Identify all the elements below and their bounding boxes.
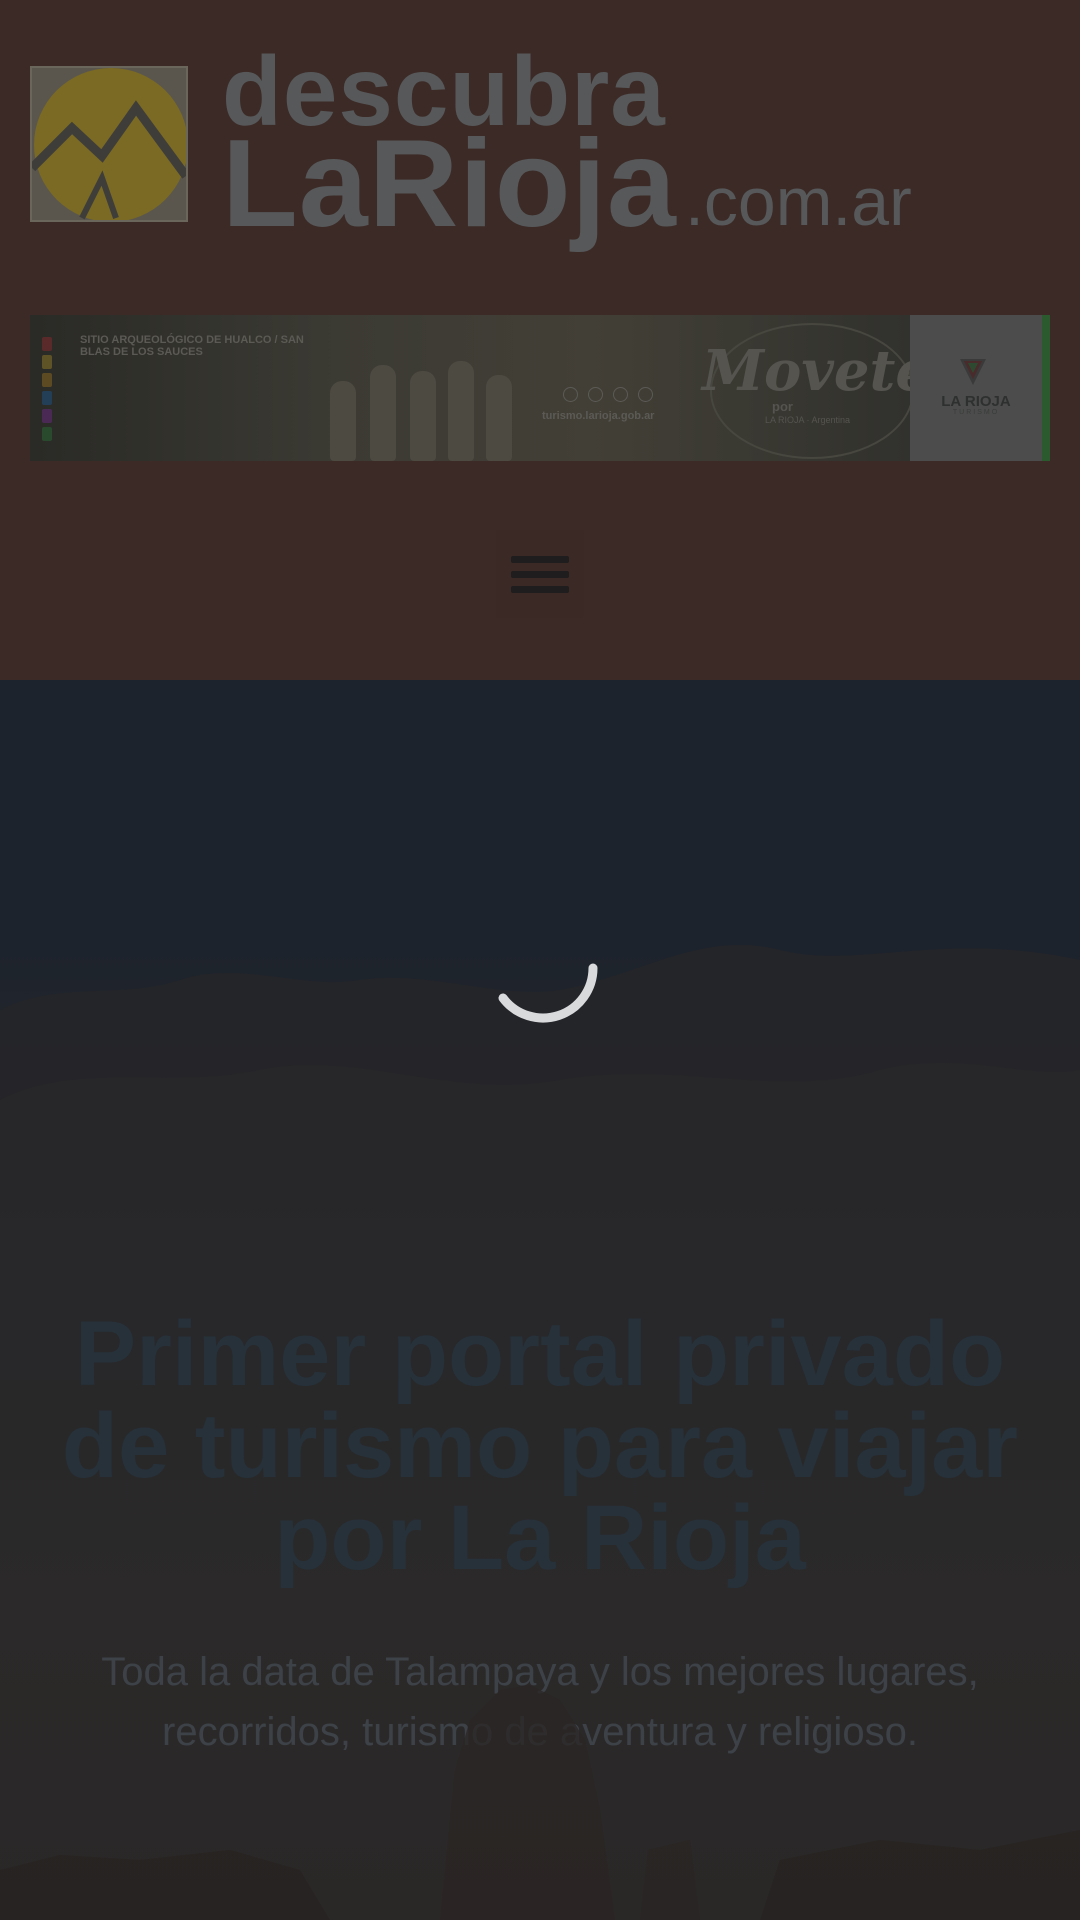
banner-edge xyxy=(1042,315,1050,461)
site-logo[interactable]: descubra LaRioja .com.ar xyxy=(30,42,912,253)
menu-toggle-button[interactable] xyxy=(496,530,584,618)
la-rioja-flag-icon xyxy=(960,359,986,385)
logo-word-larioja: LaRioja xyxy=(222,115,677,253)
hero-subtitle: Toda la data de Talampaya y los mejores … xyxy=(101,1650,979,1754)
banner-brand-panel: LA RIOJA TURISMO xyxy=(910,315,1042,461)
banner-slogan: Movete xyxy=(702,338,932,404)
advert-banner[interactable]: SITIO ARQUEOLÓGICO DE HUALCO / SAN BLAS … xyxy=(30,315,1050,461)
site-header: descubra LaRioja .com.ar SITIO ARQUEOLÓG… xyxy=(0,0,1080,680)
instagram-icon xyxy=(563,387,578,402)
twitter-icon xyxy=(613,387,628,402)
banner-url: turismo.larioja.gob.ar xyxy=(542,410,655,422)
facebook-icon xyxy=(588,387,603,402)
banner-color-stripe xyxy=(42,337,52,447)
hero-title: Primer portal privado de turismo para vi… xyxy=(61,1303,1019,1589)
banner-brand-sub: TURISMO xyxy=(952,409,1000,416)
banner-title: SITIO ARQUEOLÓGICO DE HUALCO / SAN BLAS … xyxy=(80,334,304,358)
logo-word-domain: .com.ar xyxy=(685,164,912,240)
loading-spinner-icon xyxy=(498,963,598,1023)
hero-section: Primer portal privado de turismo para vi… xyxy=(0,680,1080,1920)
banner-brand: LA RIOJA xyxy=(941,393,1011,410)
youtube-icon xyxy=(638,387,653,402)
banner-social-icons xyxy=(563,387,653,402)
banner-photo xyxy=(310,345,540,461)
banner-slogan-destination: LA RIOJA · Argentina xyxy=(765,415,851,425)
banner-slogan-por: por xyxy=(772,399,793,414)
hamburger-menu-icon xyxy=(511,555,569,593)
mountain-logo-icon xyxy=(30,66,188,222)
